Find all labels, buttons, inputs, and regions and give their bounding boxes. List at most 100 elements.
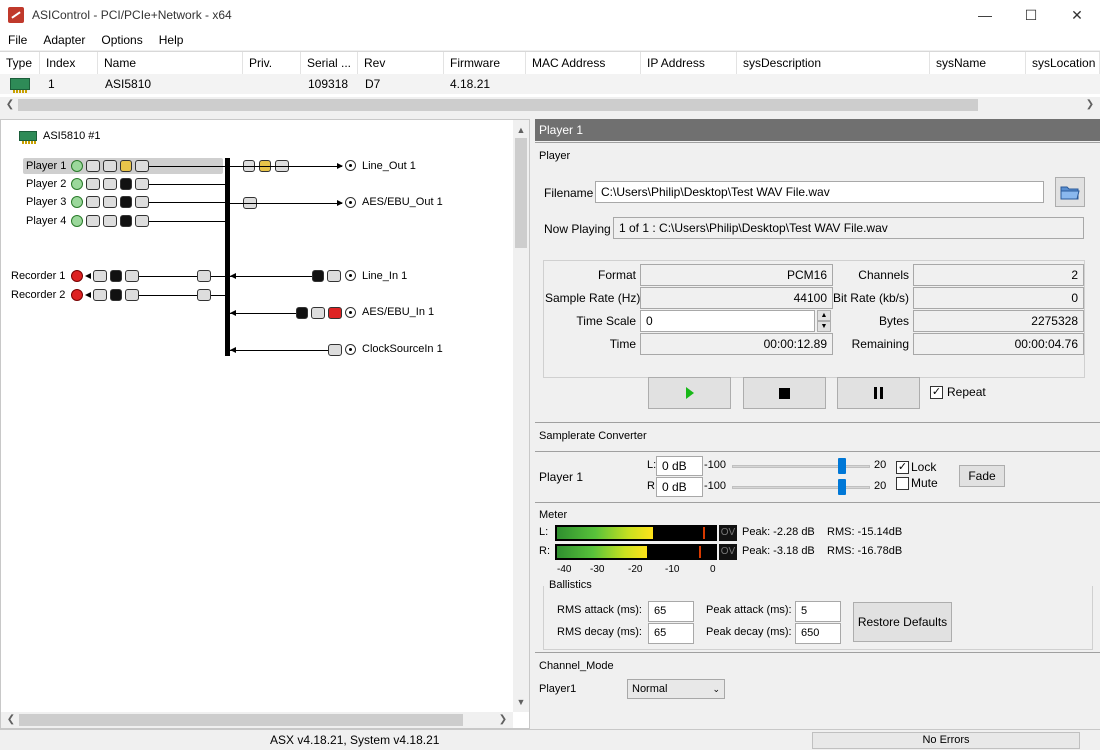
scrollbar-thumb[interactable] [515, 138, 527, 248]
minimize-button[interactable]: — [962, 0, 1008, 30]
src-block-icon[interactable] [86, 215, 100, 227]
pause-button[interactable] [837, 377, 920, 409]
meter-block-icon[interactable] [110, 270, 122, 282]
input-node-label[interactable]: AES/EBU_In 1 [362, 306, 434, 318]
clock-block-icon[interactable] [328, 344, 342, 356]
scroll-down-arrow-icon[interactable]: ▼ [513, 694, 529, 710]
adapter-table-hscrollbar[interactable]: ❮ ❯ [0, 97, 1100, 113]
column-header-syslocation[interactable]: sysLocation [1026, 52, 1100, 74]
src-block-icon[interactable] [86, 160, 100, 172]
player-node-label[interactable]: Player 1 [26, 160, 66, 172]
meter-block-icon[interactable] [120, 160, 132, 172]
time-scale-input[interactable]: 0 [640, 310, 815, 332]
menu-adapter[interactable]: Adapter [35, 33, 93, 47]
l-gain-slider-track[interactable] [732, 465, 870, 468]
input-node-label[interactable]: ClockSourceIn 1 [362, 343, 443, 355]
tree-vscrollbar[interactable]: ▲ ▼ [513, 120, 529, 712]
meter-block-icon[interactable] [296, 307, 308, 319]
peak-attack-input[interactable]: 5 [795, 601, 841, 622]
output-terminal-icon[interactable] [345, 160, 356, 171]
player-node-label[interactable]: Player 4 [26, 215, 66, 227]
src-block-icon[interactable] [125, 270, 139, 282]
repeat-checkbox[interactable]: ✓ [930, 386, 943, 399]
mode-block-icon[interactable] [135, 178, 149, 190]
column-header-index[interactable]: Index [40, 52, 98, 74]
scrollbar-thumb[interactable] [18, 99, 978, 111]
scroll-up-arrow-icon[interactable]: ▲ [513, 122, 529, 138]
volume-block-icon[interactable] [103, 196, 117, 208]
volume-block-icon[interactable] [311, 307, 325, 319]
player-node-label[interactable]: Player 3 [26, 196, 66, 208]
menu-help[interactable]: Help [151, 33, 192, 47]
channel-mode-select[interactable]: Normal ⌄ [627, 679, 725, 699]
player-node-label[interactable]: Player 2 [26, 178, 66, 190]
level-block-icon[interactable] [327, 270, 341, 282]
lock-checkbox[interactable]: ✓ [896, 461, 909, 474]
output-node-label[interactable]: Line_Out 1 [362, 160, 416, 172]
maximize-button[interactable]: ☐ [1008, 0, 1054, 30]
filename-field[interactable]: C:\Users\Philip\Desktop\Test WAV File.wa… [595, 181, 1044, 203]
column-header-serial[interactable]: Serial ... [301, 52, 358, 74]
meter-block-icon[interactable] [120, 215, 132, 227]
l-gain-slider-thumb[interactable] [838, 458, 846, 474]
scroll-right-arrow-icon[interactable]: ❯ [495, 712, 511, 728]
menu-file[interactable]: File [0, 33, 35, 47]
scrollbar-thumb[interactable] [19, 714, 463, 726]
meter-block-icon[interactable] [110, 289, 122, 301]
scroll-right-arrow-icon[interactable]: ❯ [1082, 97, 1098, 113]
column-header-name[interactable]: Name [98, 52, 243, 74]
volume-block-icon[interactable] [103, 215, 117, 227]
restore-defaults-button[interactable]: Restore Defaults [853, 602, 952, 642]
input-node-label[interactable]: Line_In 1 [362, 270, 407, 282]
meter-block-icon[interactable] [120, 178, 132, 190]
mode-block-icon[interactable] [135, 160, 149, 172]
table-row[interactable]: 1 ASI5810 109318 D7 4.18.21 [0, 74, 1100, 94]
recorder-node-label[interactable]: Recorder 1 [11, 270, 65, 282]
player-icon[interactable] [71, 160, 83, 172]
mode-block-icon[interactable] [93, 289, 107, 301]
input-terminal-icon[interactable] [345, 307, 356, 318]
scroll-left-arrow-icon[interactable]: ❮ [3, 712, 19, 728]
mute-checkbox[interactable] [896, 477, 909, 490]
volume-block-icon[interactable] [103, 178, 117, 190]
mux-block-icon[interactable] [197, 270, 211, 282]
mode-block-icon[interactable] [135, 215, 149, 227]
tree-hscrollbar[interactable]: ❮ ❯ [1, 712, 513, 728]
menu-options[interactable]: Options [93, 33, 150, 47]
status-block-icon[interactable] [328, 307, 342, 319]
column-header-rev[interactable]: Rev [358, 52, 444, 74]
l-gain-input[interactable]: 0 dB [656, 456, 703, 476]
mode-block-icon[interactable] [93, 270, 107, 282]
play-button[interactable] [648, 377, 731, 409]
mode-block-icon[interactable] [135, 196, 149, 208]
output-node-label[interactable]: AES/EBU_Out 1 [362, 196, 443, 208]
close-button[interactable]: ✕ [1054, 0, 1100, 30]
r-gain-input[interactable]: 0 dB [656, 477, 703, 497]
volume-block-icon[interactable] [103, 160, 117, 172]
input-terminal-icon[interactable] [345, 344, 356, 355]
r-gain-slider-thumb[interactable] [838, 479, 846, 495]
src-block-icon[interactable] [125, 289, 139, 301]
column-header-firmware[interactable]: Firmware [444, 52, 526, 74]
column-header-ip[interactable]: IP Address [641, 52, 737, 74]
peak-decay-input[interactable]: 650 [795, 623, 841, 644]
browse-button[interactable] [1055, 177, 1085, 207]
r-gain-slider-track[interactable] [732, 486, 870, 489]
rms-attack-input[interactable]: 65 [648, 601, 694, 622]
tree-root[interactable]: ASI5810 #1 [19, 130, 101, 144]
src-block-icon[interactable] [86, 196, 100, 208]
record-icon[interactable] [71, 270, 83, 282]
rms-decay-input[interactable]: 65 [648, 623, 694, 644]
player-icon[interactable] [71, 215, 83, 227]
player-icon[interactable] [71, 196, 83, 208]
column-header-sysname[interactable]: sysName [930, 52, 1026, 74]
mux-block-icon[interactable] [197, 289, 211, 301]
record-icon[interactable] [71, 289, 83, 301]
input-terminal-icon[interactable] [345, 270, 356, 281]
scroll-left-arrow-icon[interactable]: ❮ [2, 97, 18, 113]
column-header-sysdescription[interactable]: sysDescription [737, 52, 930, 74]
column-header-priv[interactable]: Priv. [243, 52, 301, 74]
meter-block-icon[interactable] [120, 196, 132, 208]
src-block-icon[interactable] [86, 178, 100, 190]
recorder-node-label[interactable]: Recorder 2 [11, 289, 65, 301]
